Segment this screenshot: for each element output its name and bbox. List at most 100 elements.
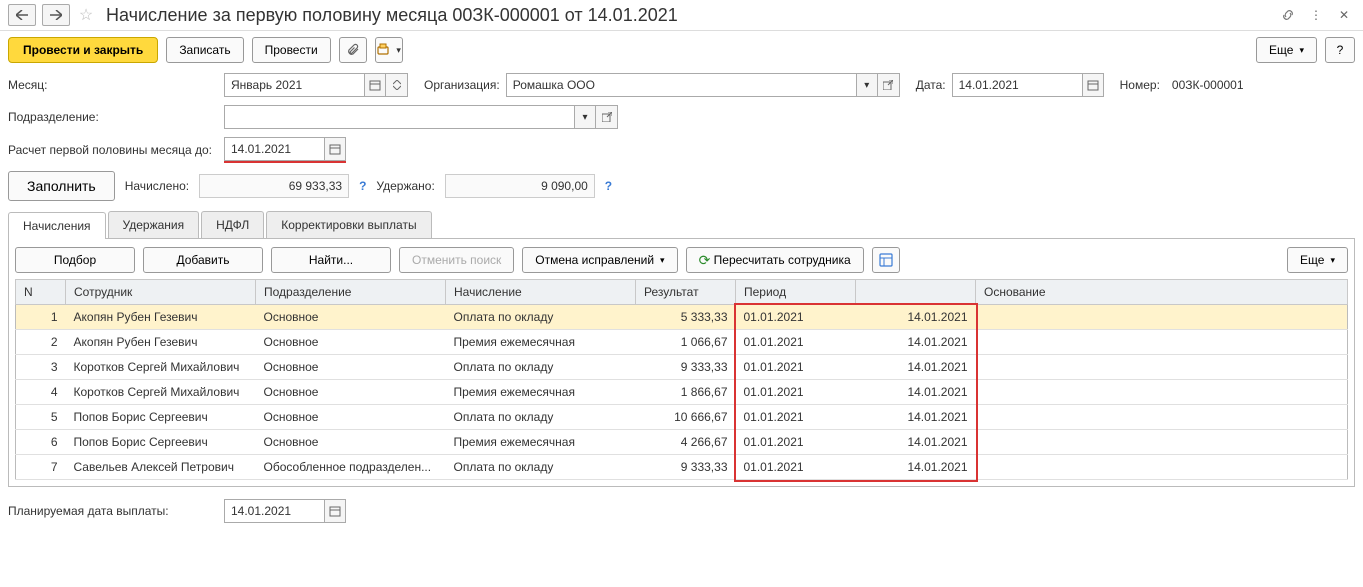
cell-acc: Оплата по окладу	[446, 455, 636, 480]
post-button[interactable]: Провести	[252, 37, 331, 63]
dept-open-icon[interactable]	[596, 105, 618, 129]
help-icon[interactable]: ?	[605, 179, 612, 193]
cell-dept: Основное	[256, 330, 446, 355]
planned-date-label: Планируемая дата выплаты:	[8, 504, 218, 518]
print-dropdown-button[interactable]	[375, 37, 403, 63]
pick-button[interactable]: Подбор	[15, 247, 135, 273]
cell-acc: Премия ежемесячная	[446, 380, 636, 405]
cell-base	[976, 430, 1348, 455]
attach-icon[interactable]	[339, 37, 367, 63]
cell-emp: Савельев Алексей Петрович	[66, 455, 256, 480]
date-input[interactable]: 14.01.2021	[952, 73, 1082, 97]
cell-p2: 14.01.2021	[856, 455, 976, 480]
dept-input[interactable]	[224, 105, 574, 129]
col-emp[interactable]: Сотрудник	[66, 280, 256, 305]
cell-n: 2	[16, 330, 66, 355]
cell-emp: Акопян Рубен Гезевич	[66, 330, 256, 355]
cell-emp: Коротков Сергей Михайлович	[66, 380, 256, 405]
table-row[interactable]: 3Коротков Сергей МихайловичОсновноеОплат…	[16, 355, 1348, 380]
col-base[interactable]: Основание	[976, 280, 1348, 305]
kebab-menu-icon[interactable]: ⋮	[1305, 4, 1327, 26]
month-stepper[interactable]	[386, 73, 408, 97]
calendar-icon[interactable]	[324, 499, 346, 523]
calendar-icon[interactable]	[364, 73, 386, 97]
org-input[interactable]: Ромашка ООО	[506, 73, 856, 97]
table-row[interactable]: 2Акопян Рубен ГезевичОсновноеПремия ежем…	[16, 330, 1348, 355]
col-acc[interactable]: Начисление	[446, 280, 636, 305]
calendar-icon[interactable]	[1082, 73, 1104, 97]
number-label: Номер:	[1120, 78, 1160, 92]
dept-dropdown-icon[interactable]: ▾	[574, 105, 596, 129]
tab-corrections[interactable]: Корректировки выплаты	[266, 211, 431, 238]
table-row[interactable]: 4Коротков Сергей МихайловичОсновноеПреми…	[16, 380, 1348, 405]
tab-ndfl[interactable]: НДФЛ	[201, 211, 264, 238]
table-row[interactable]: 7Савельев Алексей ПетровичОбособленное п…	[16, 455, 1348, 480]
tab-more-button[interactable]: Еще	[1287, 247, 1348, 273]
cell-n: 1	[16, 305, 66, 330]
close-icon[interactable]: ✕	[1333, 4, 1355, 26]
cell-p1: 01.01.2021	[736, 330, 856, 355]
find-button[interactable]: Найти...	[271, 247, 391, 273]
cell-n: 7	[16, 455, 66, 480]
cell-base	[976, 305, 1348, 330]
toolbar-more-button[interactable]: Еще	[1256, 37, 1317, 63]
cell-emp: Попов Борис Сергеевич	[66, 430, 256, 455]
cell-emp: Попов Борис Сергеевич	[66, 405, 256, 430]
cell-dept: Основное	[256, 305, 446, 330]
cell-emp: Коротков Сергей Михайлович	[66, 355, 256, 380]
col-dept[interactable]: Подразделение	[256, 280, 446, 305]
calendar-icon[interactable]	[324, 137, 346, 161]
cell-res: 5 333,33	[636, 305, 736, 330]
org-open-icon[interactable]	[878, 73, 900, 97]
tab-accruals[interactable]: Начисления	[8, 212, 106, 239]
date-label: Дата:	[916, 78, 946, 92]
org-label: Организация:	[424, 78, 500, 92]
withheld-label: Удержано:	[376, 179, 434, 193]
nav-forward-button[interactable]	[42, 4, 70, 26]
post-and-close-button[interactable]: Провести и закрыть	[8, 37, 158, 63]
calc-until-input[interactable]: 14.01.2021	[224, 137, 324, 161]
table-row[interactable]: 5Попов Борис СергеевичОсновноеОплата по …	[16, 405, 1348, 430]
help-icon[interactable]: ?	[359, 179, 366, 193]
cell-p2: 14.01.2021	[856, 355, 976, 380]
cell-n: 3	[16, 355, 66, 380]
recalc-button[interactable]: ⟳ Пересчитать сотрудника	[686, 247, 864, 273]
fill-button[interactable]: Заполнить	[8, 171, 115, 201]
cell-n: 5	[16, 405, 66, 430]
cell-base	[976, 330, 1348, 355]
cell-n: 4	[16, 380, 66, 405]
cancel-search-button[interactable]: Отменить поиск	[399, 247, 514, 273]
tab-withholdings[interactable]: Удержания	[108, 211, 200, 238]
cell-res: 1 866,67	[636, 380, 736, 405]
nav-back-button[interactable]	[8, 4, 36, 26]
cell-p1: 01.01.2021	[736, 355, 856, 380]
add-button[interactable]: Добавить	[143, 247, 263, 273]
table-row[interactable]: 1Акопян Рубен ГезевичОсновноеОплата по о…	[16, 305, 1348, 330]
cell-res: 9 333,33	[636, 455, 736, 480]
planned-date-input[interactable]: 14.01.2021	[224, 499, 324, 523]
month-input[interactable]: Январь 2021	[224, 73, 364, 97]
col-period1[interactable]: Период	[736, 280, 856, 305]
accruals-table: N Сотрудник Подразделение Начисление Рез…	[15, 279, 1348, 480]
favorite-star-icon[interactable]: ☆	[76, 5, 96, 25]
dept-label: Подразделение:	[8, 110, 218, 124]
save-button[interactable]: Записать	[166, 37, 243, 63]
org-dropdown-icon[interactable]: ▾	[856, 73, 878, 97]
link-icon[interactable]	[1277, 4, 1299, 26]
card-view-icon[interactable]	[872, 247, 900, 273]
cell-acc: Оплата по окладу	[446, 405, 636, 430]
col-n[interactable]: N	[16, 280, 66, 305]
col-res[interactable]: Результат	[636, 280, 736, 305]
cell-base	[976, 355, 1348, 380]
table-row[interactable]: 6Попов Борис СергеевичОсновноеПремия еже…	[16, 430, 1348, 455]
col-period2[interactable]	[856, 280, 976, 305]
help-button[interactable]: ?	[1325, 37, 1355, 63]
accrued-label: Начислено:	[125, 179, 189, 193]
month-label: Месяц:	[8, 78, 218, 92]
cancel-fix-button[interactable]: Отмена исправлений	[522, 247, 677, 273]
cell-acc: Оплата по окладу	[446, 305, 636, 330]
cell-dept: Основное	[256, 380, 446, 405]
calc-until-label: Расчет первой половины месяца до:	[8, 143, 218, 157]
number-value: 00ЗК-000001	[1166, 73, 1316, 97]
cell-p2: 14.01.2021	[856, 430, 976, 455]
